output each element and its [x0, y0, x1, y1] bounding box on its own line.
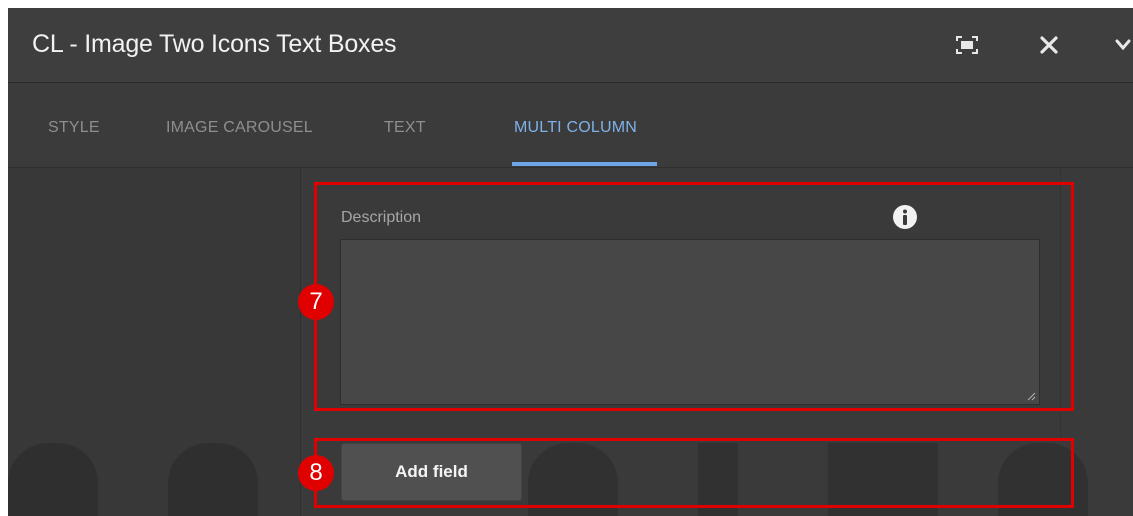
tab-style[interactable]: STYLE — [48, 119, 100, 137]
dialog-title: CL - Image Two Icons Text Boxes — [32, 30, 397, 58]
tab-text[interactable]: TEXT — [384, 119, 426, 137]
annotation-badge-7: 7 — [298, 284, 334, 320]
tab-multi-column[interactable]: MULTI COLUMN — [514, 119, 637, 137]
close-icon — [1040, 36, 1058, 54]
annotation-box-7 — [314, 182, 1074, 411]
close-button[interactable] — [1032, 28, 1066, 62]
tab-bar: STYLE IMAGE CAROUSEL TEXT MULTI COLUMN — [8, 83, 1133, 168]
annotation-badge-8: 8 — [298, 455, 334, 491]
dialog-titlebar: CL - Image Two Icons Text Boxes — [8, 8, 1133, 83]
fullscreen-button[interactable] — [950, 28, 984, 62]
annotation-box-8 — [314, 438, 1074, 508]
chevron-down-icon — [1115, 39, 1131, 51]
tab-image-carousel[interactable]: IMAGE CAROUSEL — [166, 119, 313, 137]
dialog: CL - Image Two Icons Text Boxes STYLE IM… — [8, 8, 1133, 516]
active-tab-indicator — [512, 162, 657, 166]
fullscreen-icon — [956, 36, 978, 54]
collapse-button[interactable] — [1106, 28, 1133, 62]
